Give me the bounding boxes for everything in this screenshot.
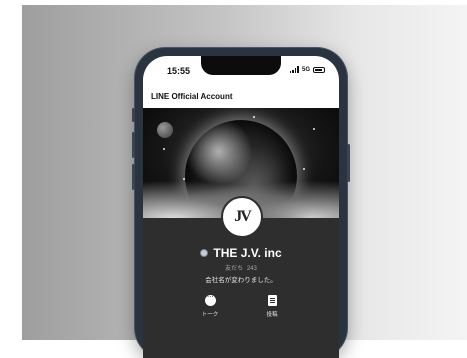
phone-mute-switch <box>132 108 135 122</box>
camera-notch <box>201 56 281 75</box>
phone-mockup: 15:55 5G LINE Official Account JV THE J.… <box>132 48 350 358</box>
moon-graphic <box>157 122 173 138</box>
phone-volume-down <box>132 164 135 190</box>
battery-icon <box>313 66 325 73</box>
network-type: 5G <box>301 66 310 73</box>
post-document-icon <box>267 295 277 306</box>
friends-count: 243 <box>246 266 257 272</box>
star <box>253 116 255 118</box>
status-bar: 15:55 5G <box>143 56 339 84</box>
star <box>313 128 315 130</box>
avatar[interactable]: JV <box>221 196 263 238</box>
profile-section: JV THE J.V. inc 友だち 243 会社名が変わりました。 トーク <box>143 196 339 358</box>
jv-logo: JV <box>234 208 252 225</box>
phone-power-button <box>347 144 350 182</box>
phone-volume-up <box>132 132 135 158</box>
star <box>303 168 305 170</box>
post-label: 投稿 <box>266 312 278 318</box>
account-name-row: THE J.V. inc <box>143 246 339 260</box>
phone-screen: 15:55 5G LINE Official Account JV THE J.… <box>143 56 339 358</box>
friends-label: 友だち <box>225 266 244 272</box>
status-message: 会社名が変わりました。 <box>205 277 277 284</box>
action-buttons: トーク 投稿 <box>143 292 339 318</box>
friends-count-row[interactable]: 友だち 243 <box>143 263 339 272</box>
status-indicators: 5G <box>289 66 325 73</box>
talk-button[interactable]: トーク <box>198 292 222 318</box>
account-name: THE J.V. inc <box>213 246 282 260</box>
app-bar: LINE Official Account <box>143 84 339 108</box>
signal-icon <box>289 66 299 73</box>
talk-label: トーク <box>201 312 219 318</box>
post-button[interactable]: 投稿 <box>260 295 284 318</box>
app-title: LINE Official Account <box>151 92 233 101</box>
verified-badge-icon <box>200 249 209 257</box>
chat-bubble-icon <box>204 292 216 306</box>
star <box>163 148 165 150</box>
status-time: 15:55 <box>167 66 191 76</box>
